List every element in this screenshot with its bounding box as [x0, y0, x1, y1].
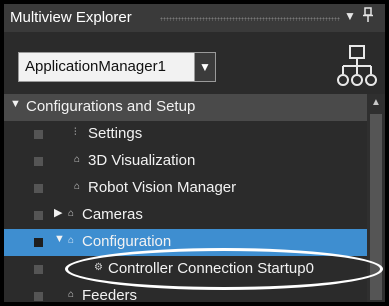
tree-node-label: Configuration	[82, 233, 172, 250]
tree-node-label: Cameras	[82, 206, 143, 223]
gear-icon: ⚙	[94, 262, 103, 273]
panel-title: Multiview Explorer	[10, 9, 132, 26]
status-square-icon	[34, 211, 43, 220]
explorer-toolbar: ApplicationManager1 ▼	[4, 32, 385, 94]
tree-node-feeders[interactable]: ⌂ Feeders	[4, 283, 367, 302]
tree-node-robot-vision-manager[interactable]: ⌂ Robot Vision Manager	[4, 175, 367, 202]
tree-scrollbar[interactable]: ▲	[367, 94, 385, 302]
status-square-icon	[34, 292, 43, 301]
application-selector-value: ApplicationManager1	[19, 53, 194, 81]
status-square-icon	[34, 265, 43, 274]
tree-node-label: Configurations and Setup	[26, 98, 196, 115]
settings-icon: ⫶	[74, 127, 77, 138]
scroll-up-icon[interactable]: ▲	[367, 94, 385, 112]
expand-arrow-icon[interactable]: ▼	[10, 98, 21, 110]
lock-icon: ⌂	[74, 154, 81, 165]
expand-arrow-icon[interactable]: ▼	[54, 233, 65, 245]
status-square-icon	[34, 184, 43, 193]
status-square-icon	[34, 157, 43, 166]
tree-node-label: Feeders	[82, 287, 138, 302]
status-square-icon	[34, 130, 43, 139]
application-selector[interactable]: ApplicationManager1 ▼	[18, 52, 216, 82]
tree-node-controller-connection-startup0[interactable]: ⚙ Controller Connection Startup0	[4, 256, 367, 283]
tree-node-configuration[interactable]: ▼ ⌂ Configuration	[4, 229, 367, 256]
lock-icon: ⌂	[74, 181, 81, 192]
explorer-tree: ▼ Configurations and Setup ⫶ Settings ⌂ …	[4, 94, 367, 302]
tree-node-3d-visualization[interactable]: ⌂ 3D Visualization	[4, 148, 367, 175]
lock-icon: ⌂	[68, 208, 75, 219]
pin-icon[interactable]	[362, 7, 374, 27]
status-square-icon	[34, 238, 43, 247]
expand-arrow-icon[interactable]: ▶	[54, 206, 62, 219]
tree-node-cameras[interactable]: ▶ ⌂ Cameras	[4, 202, 367, 229]
lock-icon: ⌂	[68, 289, 75, 300]
multiview-explorer-panel: Multiview Explorer ▼ ApplicationManager1…	[4, 4, 385, 302]
tree-node-label: Settings	[88, 125, 143, 142]
hierarchy-icon[interactable]	[337, 44, 377, 90]
tree-node-settings[interactable]: ⫶ Settings	[4, 121, 367, 148]
tree-node-label: 3D Visualization	[88, 152, 196, 169]
dropdown-arrow-icon[interactable]: ▼	[194, 53, 215, 81]
tree-node-label: Controller Connection Startup0	[108, 260, 314, 277]
tree-node-configurations-and-setup[interactable]: ▼ Configurations and Setup	[4, 94, 367, 121]
chevron-down-icon[interactable]: ▼	[344, 9, 356, 23]
scroll-thumb[interactable]	[370, 114, 382, 300]
tree-node-label: Robot Vision Manager	[88, 179, 237, 196]
lock-icon: ⌂	[68, 235, 75, 246]
titlebar-grip[interactable]	[160, 17, 340, 21]
panel-titlebar: Multiview Explorer ▼	[4, 4, 385, 32]
